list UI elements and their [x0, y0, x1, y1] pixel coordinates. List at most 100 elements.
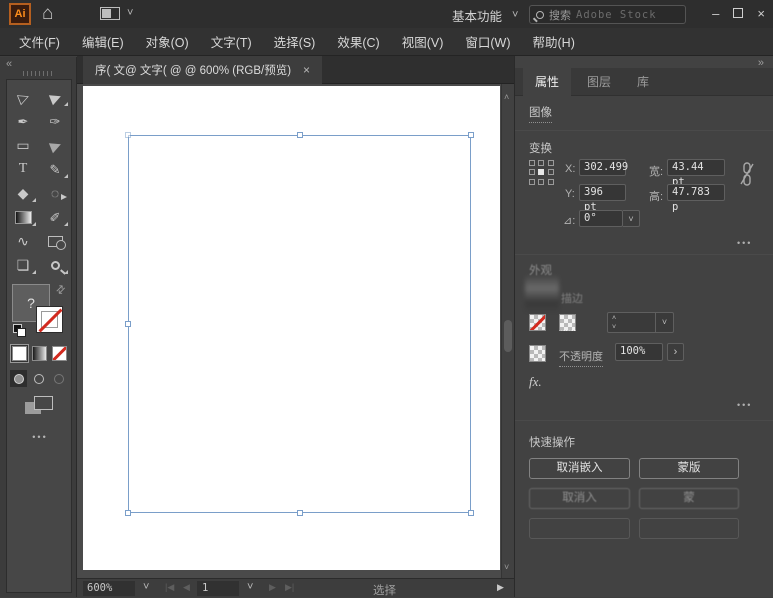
lasso-tool[interactable]: ◌ [39, 181, 71, 205]
selection-handle-top-right[interactable] [468, 132, 474, 138]
home-icon[interactable]: ⌂ [42, 2, 53, 26]
status-expand-icon[interactable]: ▶ [497, 582, 504, 593]
vertical-scrollbar[interactable]: ˄ ˅ [501, 84, 514, 578]
ref-dot[interactable] [548, 160, 554, 166]
constrain-proportions-icon[interactable] [739, 160, 755, 188]
scroll-up-icon[interactable]: ˄ [504, 92, 509, 102]
ref-dot[interactable] [529, 160, 535, 166]
draw-inside-button[interactable] [50, 370, 67, 387]
scroll-down-icon[interactable]: ˅ [504, 562, 509, 572]
opacity-options-icon[interactable]: › [667, 343, 684, 361]
change-screen-mode-button[interactable] [25, 396, 55, 416]
canvas[interactable]: ˄ ˅ [77, 84, 514, 578]
tab-properties[interactable]: 属性 [523, 68, 571, 96]
cursor-arrow-tool[interactable]: ▶ [39, 133, 71, 157]
direct-selection-tool[interactable]: ▶ [39, 85, 71, 109]
ref-dot[interactable] [548, 169, 554, 175]
shaper-tool[interactable]: ∿ [7, 229, 39, 253]
next-artboard-icon[interactable]: ▶ [269, 582, 276, 593]
edit-toolbar-button[interactable]: ••• [7, 432, 73, 442]
height-field[interactable]: 47.783 p [667, 184, 725, 201]
ref-dot[interactable] [529, 169, 535, 175]
tab-layers[interactable]: 图层 [575, 68, 623, 96]
ref-dot-selected[interactable] [538, 169, 544, 175]
pencil-tool[interactable]: ✎ [39, 157, 71, 181]
last-artboard-icon[interactable]: ▶| [285, 582, 294, 593]
zoom-dropdown-icon[interactable]: ˅ [143, 582, 149, 593]
previous-artboard-icon[interactable]: ◀ [183, 582, 190, 593]
color-button[interactable] [12, 346, 27, 361]
stepper-up-icon[interactable]: ˄ [612, 314, 616, 323]
maximize-button[interactable] [733, 8, 743, 18]
shape-builder-tool[interactable] [39, 229, 71, 253]
opacity-field[interactable]: 100% [615, 343, 663, 361]
scrollbar-thumb[interactable] [504, 320, 512, 352]
rotation-field[interactable]: 0° [579, 210, 623, 227]
opacity-label[interactable]: 不透明度 [559, 348, 603, 367]
rotation-dropdown-icon[interactable]: ˅ [623, 210, 640, 227]
first-artboard-icon[interactable]: |◀ [165, 582, 174, 593]
stroke-color-swatch[interactable] [36, 306, 63, 333]
curvature-tool[interactable]: ✑ [39, 109, 71, 133]
stroke-weight-stepper[interactable]: ˄ ˅ ˅ [607, 312, 674, 333]
selection-handle-bottom-middle[interactable] [297, 510, 303, 516]
selection-bounding-box[interactable] [128, 135, 471, 513]
artboard[interactable] [83, 86, 500, 570]
selection-tool[interactable]: ▷ [7, 85, 39, 109]
draw-behind-button[interactable] [30, 370, 47, 387]
tab-libraries[interactable]: 库 [627, 68, 659, 96]
fx-button[interactable]: fx. [529, 374, 542, 390]
ref-dot[interactable] [548, 179, 554, 185]
menu-view[interactable]: 视图(V) [391, 32, 455, 51]
ref-dot[interactable] [538, 160, 544, 166]
gradient-tool[interactable] [7, 205, 39, 229]
zoom-tool[interactable] [39, 253, 71, 277]
ref-dot[interactable] [538, 179, 544, 185]
menu-select[interactable]: 选择(S) [263, 32, 327, 51]
selection-handle-top-middle[interactable] [297, 132, 303, 138]
artboard-number-field[interactable]: 1 [197, 581, 239, 596]
stepper-down-icon[interactable]: ˅ [612, 323, 616, 332]
width-field[interactable]: 43.44 pt [667, 159, 725, 176]
tools-panel-grip[interactable] [23, 71, 55, 76]
default-fill-stroke-icon[interactable] [13, 324, 26, 337]
app-logo[interactable]: Ai [9, 3, 31, 25]
selection-handle-bottom-left[interactable] [125, 510, 131, 516]
none-button[interactable] [52, 346, 67, 361]
image-section-header[interactable]: 图像 [529, 104, 552, 123]
pen-tool[interactable]: ✒ [7, 109, 39, 133]
type-tool[interactable]: T [7, 157, 39, 181]
menu-help[interactable]: 帮助(H) [522, 32, 586, 51]
menu-edit[interactable]: 编辑(E) [71, 32, 135, 51]
eraser-tool[interactable]: ◆ [7, 181, 39, 205]
more-appearance-options-icon[interactable]: ••• [737, 400, 752, 410]
tab-close-icon[interactable]: × [303, 63, 310, 77]
stroke-swatch[interactable] [559, 314, 576, 331]
rectangle-tool[interactable]: ▭ [7, 133, 39, 157]
minimize-button[interactable]: – [712, 6, 719, 21]
menu-type[interactable]: 文字(T) [200, 32, 263, 51]
mask-button[interactable]: 蒙版 [639, 458, 739, 479]
y-field[interactable]: 396 pt [579, 184, 626, 201]
ref-dot[interactable] [529, 179, 535, 185]
opacity-swatch[interactable] [529, 345, 546, 362]
arrange-documents-button[interactable]: ˅ [100, 7, 133, 20]
selection-handle-left-middle[interactable] [125, 321, 131, 327]
menu-window[interactable]: 窗口(W) [454, 32, 521, 51]
collapse-tools-icon[interactable]: « [6, 58, 12, 70]
artboard-tool[interactable]: ❏ [7, 253, 39, 277]
selection-handle-top-left[interactable] [125, 132, 131, 138]
search-input[interactable]: 搜索 Adobe Stock [529, 5, 686, 24]
workspace-switcher[interactable]: 基本功能 ˅ [452, 6, 518, 25]
menu-object[interactable]: 对象(O) [135, 32, 200, 51]
unembed-button[interactable]: 取消嵌入 [529, 458, 630, 479]
menu-file[interactable]: 文件(F) [8, 32, 71, 51]
menu-effect[interactable]: 效果(C) [326, 32, 390, 51]
selection-handle-bottom-right[interactable] [468, 510, 474, 516]
zoom-level-field[interactable]: 600% [83, 581, 135, 596]
gradient-button[interactable] [32, 346, 47, 361]
x-field[interactable]: 302.499 [579, 159, 626, 176]
close-button[interactable]: × [757, 6, 765, 21]
swap-fill-stroke-icon[interactable]: ⇄ [53, 282, 69, 298]
draw-normal-button[interactable] [10, 370, 27, 387]
